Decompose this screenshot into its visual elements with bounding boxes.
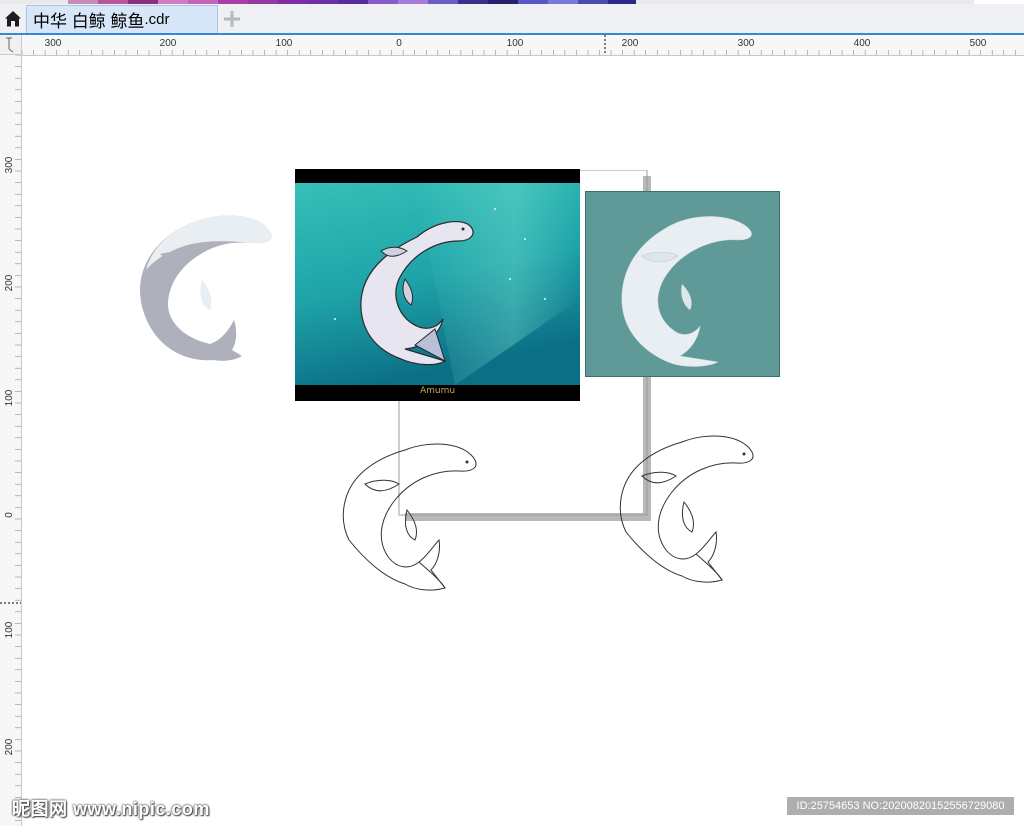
whale-teal-card[interactable] — [585, 191, 780, 377]
ruler-label: 300 — [45, 38, 62, 49]
ruler-label: 100 — [507, 38, 524, 49]
nipic-watermark: 昵图网 www.nipic.com — [12, 799, 210, 819]
ruler-origin-corner[interactable] — [0, 35, 22, 55]
document-tab-title: 中华 白鲸 鲸鱼 — [33, 12, 145, 31]
ruler-label: 300 — [738, 38, 755, 49]
document-tab[interactable]: 中华 白鲸 鲸鱼 .cdr — [26, 5, 218, 33]
document-tab-bar: 中华 白鲸 鲸鱼 .cdr — [0, 4, 1024, 34]
ruler-label: 300 — [4, 156, 15, 173]
ruler-label: 200 — [160, 38, 177, 49]
whale-photo-frame[interactable]: Amumu — [295, 169, 580, 401]
whale-light-silhouette — [621, 216, 752, 367]
ruler-label: 100 — [276, 38, 293, 49]
ruler-label: 200 — [4, 274, 15, 291]
ruler-origin-icon — [6, 37, 14, 53]
document-tab-extension: .cdr — [144, 11, 170, 28]
vertical-ruler-ticks: 300 200 100 0 100 200 — [0, 55, 21, 821]
vertical-ruler[interactable]: 300 200 100 0 100 200 — [0, 55, 22, 826]
whale-photo — [295, 183, 580, 385]
whale-outline-right[interactable] — [612, 432, 762, 592]
add-tab-button[interactable] — [220, 7, 244, 31]
ruler-label: 200 — [622, 38, 639, 49]
plus-icon — [224, 11, 240, 27]
ruler-label: 500 — [970, 38, 987, 49]
ruler-label: 100 — [4, 621, 15, 638]
image-id-watermark: ID:25754653 NO:20200820152556729080 — [787, 797, 1014, 815]
ruler-label: 200 — [4, 738, 15, 755]
whale-outline-left[interactable] — [335, 440, 485, 600]
ruler-label: 0 — [396, 38, 402, 49]
home-icon — [5, 10, 21, 26]
home-button[interactable] — [0, 4, 26, 33]
horizontal-ruler[interactable]: 300 200 100 0 100 200 300 400 500 — [22, 35, 1024, 56]
ruler-label: 400 — [854, 38, 871, 49]
whale-silhouette-gray[interactable] — [130, 210, 280, 370]
ruler-label: 100 — [4, 389, 15, 406]
horizontal-ruler-ticks: 300 200 100 0 100 200 300 400 500 — [22, 35, 1016, 55]
ruler-label: 0 — [4, 512, 15, 518]
photo-caption: Amumu — [419, 386, 456, 396]
